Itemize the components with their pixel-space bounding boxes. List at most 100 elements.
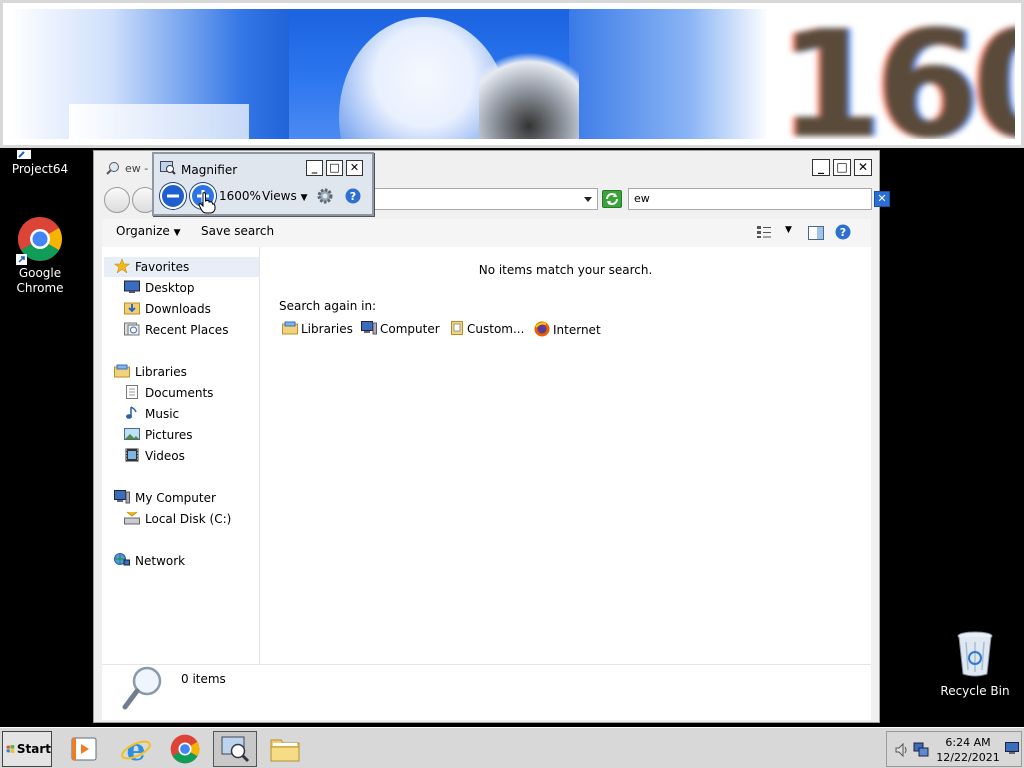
zoom-level: 1600% (219, 189, 261, 203)
documents-icon (126, 385, 138, 399)
close-button[interactable]: ✕ (854, 159, 872, 176)
taskbar-media-player[interactable] (62, 731, 106, 767)
magnifier-title: Magnifier (181, 163, 238, 177)
help-icon[interactable]: ? (345, 188, 361, 204)
media-player-icon (71, 737, 97, 761)
windows-logo-icon (6, 744, 15, 754)
nav-item-videos[interactable]: Videos (124, 446, 185, 466)
minimize-button[interactable]: _ (812, 159, 830, 176)
magnifier-lens-view: 160 (0, 0, 1024, 148)
zoom-out-button[interactable] (160, 183, 186, 209)
local-disk-icon (124, 511, 140, 525)
nav-item-music[interactable]: Music (124, 404, 179, 424)
nav-label: My Computer (135, 491, 216, 505)
nav-label: Favorites (135, 260, 190, 274)
back-button[interactable] (104, 187, 130, 213)
nav-label: Libraries (135, 365, 187, 379)
help-icon[interactable]: ? (835, 224, 851, 240)
nav-item-local-disk[interactable]: Local Disk (C:) (124, 509, 231, 529)
network-status-icon[interactable] (913, 742, 929, 758)
location-label: Computer (380, 322, 440, 336)
nav-item-recent-places[interactable]: Recent Places (124, 320, 228, 340)
taskbar-magnifier[interactable] (213, 731, 257, 767)
nav-item-pictures[interactable]: Pictures (124, 425, 193, 445)
custom-folder-icon (451, 321, 463, 335)
nav-label: Documents (145, 386, 214, 400)
computer-icon (114, 490, 130, 504)
search-location-internet[interactable]: Internet (534, 321, 601, 337)
views-icon[interactable] (756, 225, 772, 239)
nav-item-network[interactable]: Network (114, 551, 185, 571)
nav-label: Downloads (145, 302, 211, 316)
desktop-icon-recycle-bin[interactable]: Recycle Bin (935, 630, 1015, 699)
location-label: Custom... (467, 322, 525, 336)
libraries-icon (114, 364, 130, 378)
magnifier-maximize-button[interactable]: □ (326, 160, 343, 176)
recent-places-icon (124, 322, 140, 336)
taskbar: Start e 6:24 AM 12/22/2021 (0, 727, 1024, 768)
svg-text:?: ? (840, 226, 846, 239)
start-button[interactable]: Start (2, 731, 52, 767)
nav-item-libraries[interactable]: Libraries (114, 362, 187, 382)
desktop-icon-label: Project64 (11, 162, 69, 176)
nav-item-desktop[interactable]: Desktop (124, 278, 195, 298)
chevron-down-icon[interactable] (583, 196, 593, 204)
taskbar-internet-explorer[interactable]: e (114, 731, 158, 767)
explorer-window: ew - _ □ ✕ ew ✕ Organize ▼ Save search ▼… (93, 150, 890, 723)
desktop-icon (124, 280, 140, 293)
magnifying-glass-icon (122, 666, 162, 710)
taskbar-windows-explorer[interactable] (263, 731, 307, 767)
nav-item-downloads[interactable]: Downloads (124, 299, 211, 319)
taskbar-chrome[interactable] (163, 731, 207, 767)
location-label: Internet (553, 323, 601, 337)
magnifier-app-icon (160, 161, 176, 175)
clock-time: 6:24 AM (945, 736, 991, 749)
desktop-icon-project64[interactable]: Project64 (0, 150, 80, 177)
views-dropdown-button[interactable]: ▼ (785, 225, 792, 235)
item-count: 0 items (181, 672, 226, 686)
desktop-icon-chrome[interactable]: Google Chrome (0, 216, 80, 296)
save-search-button[interactable]: Save search (201, 224, 274, 238)
desktop-icon-label: Google (18, 266, 62, 280)
clock[interactable]: 6:24 AM 12/22/2021 (933, 735, 1003, 765)
search-location-libraries[interactable]: Libraries (282, 321, 353, 336)
speaker-icon[interactable] (894, 742, 910, 758)
search-location-custom[interactable]: Custom... (450, 321, 524, 336)
views-label: Views (262, 189, 297, 203)
chrome-icon (170, 734, 200, 764)
shortcut-arrow-icon (16, 254, 27, 265)
organize-button[interactable]: Organize ▼ (116, 224, 181, 238)
nav-item-documents[interactable]: Documents (124, 383, 213, 403)
internet-explorer-icon: e (121, 733, 151, 765)
refresh-button[interactable] (602, 190, 622, 208)
desktop-icon-label: Chrome (16, 281, 64, 295)
magnifier-window: Magnifier _ □ ✕ 1600% Views ▼ ? (152, 152, 374, 216)
nav-label: Desktop (145, 281, 195, 295)
window-title: ew - (125, 162, 149, 175)
system-tray: 6:24 AM 12/22/2021 (886, 731, 1022, 767)
magnifier-close-button[interactable]: ✕ (346, 160, 363, 176)
pictures-icon (124, 428, 140, 440)
preview-pane-icon[interactable] (808, 226, 824, 240)
star-icon (114, 259, 130, 273)
gear-icon[interactable] (316, 187, 334, 205)
clear-search-button[interactable]: ✕ (874, 191, 890, 207)
maximize-button[interactable]: □ (833, 159, 851, 176)
nav-label: Music (145, 407, 180, 421)
svg-text:?: ? (350, 190, 356, 203)
search-input[interactable]: ew (628, 188, 872, 210)
views-button[interactable]: Views ▼ (262, 189, 307, 203)
location-label: Libraries (301, 322, 353, 336)
command-toolbar: Organize ▼ Save search ▼ ? (102, 219, 871, 247)
content-pane: No items match your search. Search again… (260, 247, 871, 664)
magnified-text: 160 (779, 9, 1015, 139)
hand-cursor-icon (198, 192, 216, 214)
magnifier-minimize-button[interactable]: _ (306, 160, 323, 176)
magnifier-icon (221, 736, 250, 763)
nav-label: Recent Places (145, 323, 229, 337)
show-desktop-icon[interactable] (1005, 741, 1019, 755)
nav-item-my-computer[interactable]: My Computer (114, 488, 216, 508)
desktop-icon-label: Recycle Bin (940, 684, 1010, 698)
search-location-computer[interactable]: Computer (361, 321, 440, 336)
nav-item-favorites[interactable]: Favorites (114, 257, 189, 277)
